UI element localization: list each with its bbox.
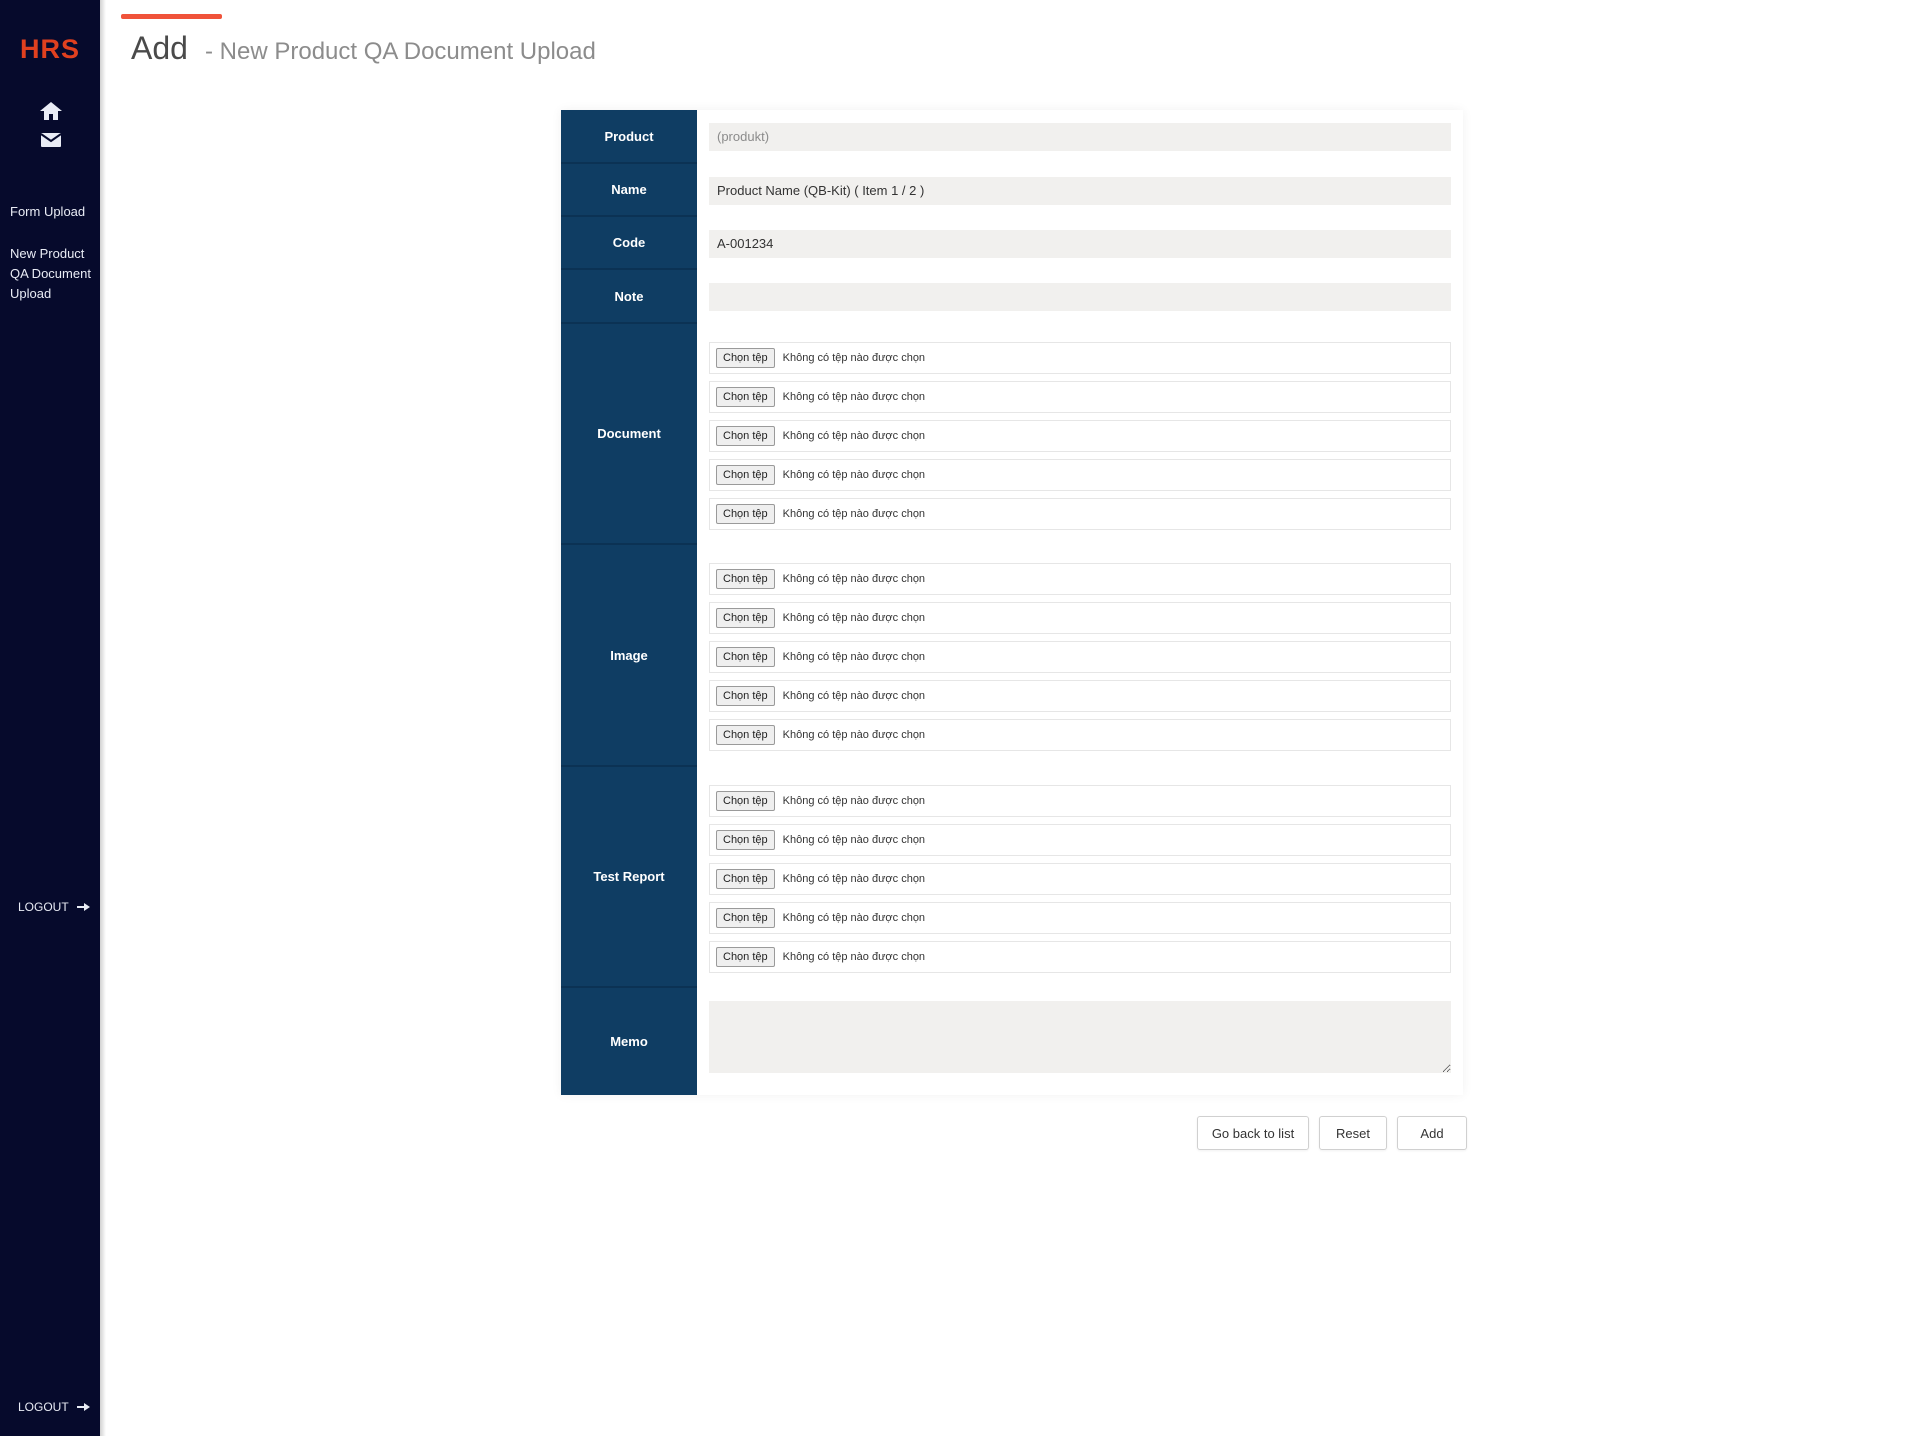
field-label: Document [561,324,697,545]
file-input[interactable]: Chọn tệp Không có tệp nào được chọn [709,459,1451,491]
file-status: Không có tệp nào được chọn [782,573,926,585]
file-input[interactable]: Chọn tệp Không có tệp nào được chọn [709,719,1451,751]
choose-file-button[interactable]: Chọn tệp [716,647,775,667]
page-subtitle: - New Product QA Document Upload [205,38,596,65]
file-status: Không có tệp nào được chọn [782,508,926,520]
file-status: Không có tệp nào được chọn [782,795,926,807]
sidebar: HRS Form Upload New Product QA Document … [0,0,100,1436]
file-input[interactable]: Chọn tệp Không có tệp nào được chọn [709,902,1451,934]
logout-icon [76,1403,90,1411]
memo-textarea[interactable] [709,1001,1451,1073]
file-input[interactable]: Chọn tệp Không có tệp nào được chọn [709,563,1451,595]
choose-file-button[interactable]: Chọn tệp [716,686,775,706]
field-label: Image [561,545,697,767]
home-icon[interactable] [38,100,64,122]
logout-label: LOGOUT [18,900,69,914]
title-accent-bar [121,14,222,19]
file-input[interactable]: Chọn tệp Không có tệp nào được chọn [709,941,1451,973]
file-input[interactable]: Chọn tệp Không có tệp nào được chọn [709,602,1451,634]
file-status: Không có tệp nào được chọn [782,912,926,924]
file-status: Không có tệp nào được chọn [782,951,926,963]
choose-file-button[interactable]: Chọn tệp [716,465,775,485]
form-row-test-report: Test Report Chọn tệp Không có tệp nào đượ… [561,767,1463,988]
choose-file-button[interactable]: Chọn tệp [716,791,775,811]
logout-button[interactable]: LOGOUT [18,900,98,914]
file-status: Không có tệp nào được chọn [782,612,926,624]
file-status: Không có tệp nào được chọn [782,729,926,741]
form-row-note: Note [561,270,1463,324]
logout-bottom-label: LOGOUT [18,1400,69,1414]
choose-file-button[interactable]: Chọn tệp [716,869,775,889]
product-field[interactable]: (produkt) [709,123,1451,151]
choose-file-button[interactable]: Chọn tệp [716,569,775,589]
file-input[interactable]: Chọn tệp Không có tệp nào được chọn [709,785,1451,817]
choose-file-button[interactable]: Chọn tệp [716,908,775,928]
field-label: Product [561,110,697,164]
upload-form: Product (produkt) Name Product Name (QB-… [561,110,1463,1095]
field-label: Memo [561,988,697,1095]
choose-file-button[interactable]: Chọn tệp [716,725,775,745]
file-input[interactable]: Chọn tệp Không có tệp nào được chọn [709,342,1451,374]
choose-file-button[interactable]: Chọn tệp [716,426,775,446]
file-input[interactable]: Chọn tệp Không có tệp nào được chọn [709,824,1451,856]
sidebar-item-new-product-qa-upload[interactable]: New Product QA Document Upload [10,244,92,304]
app-logo[interactable]: HRS [12,34,88,65]
file-input[interactable]: Chọn tệp Không có tệp nào được chọn [709,420,1451,452]
reset-button[interactable]: Reset [1319,1116,1387,1150]
file-input[interactable]: Chọn tệp Không có tệp nào được chọn [709,863,1451,895]
field-label: Code [561,217,697,270]
mail-icon[interactable] [38,128,64,150]
note-field[interactable] [709,283,1451,311]
file-status: Không có tệp nào được chọn [782,391,926,403]
field-label: Note [561,270,697,324]
form-row-image: Image Chọn tệp Không có tệp nào được chọn… [561,545,1463,767]
code-field[interactable]: A-001234 [709,230,1451,258]
file-input[interactable]: Chọn tệp Không có tệp nào được chọn [709,498,1451,530]
field-label: Test Report [561,767,697,988]
form-row-document: Document Chọn tệp Không có tệp nào được c… [561,324,1463,545]
file-status: Không có tệp nào được chọn [782,651,926,663]
choose-file-button[interactable]: Chọn tệp [716,348,775,368]
file-status: Không có tệp nào được chọn [782,690,926,702]
form-row-memo: Memo [561,988,1463,1095]
form-row-product: Product (produkt) [561,110,1463,164]
choose-file-button[interactable]: Chọn tệp [716,830,775,850]
form-row-code: Code A-001234 [561,217,1463,270]
back-to-list-button[interactable]: Go back to list [1197,1116,1309,1150]
page-title: Add [131,30,188,66]
file-status: Không có tệp nào được chọn [782,873,926,885]
file-input[interactable]: Chọn tệp Không có tệp nào được chọn [709,641,1451,673]
file-status: Không có tệp nào được chọn [782,469,926,481]
add-button[interactable]: Add [1397,1116,1467,1150]
file-input[interactable]: Chọn tệp Không có tệp nào được chọn [709,680,1451,712]
form-row-name: Name Product Name (QB-Kit) ( Item 1 / 2 … [561,164,1463,217]
choose-file-button[interactable]: Chọn tệp [716,947,775,967]
choose-file-button[interactable]: Chọn tệp [716,387,775,407]
name-field[interactable]: Product Name (QB-Kit) ( Item 1 / 2 ) [709,177,1451,205]
logout-button-bottom[interactable]: LOGOUT [18,1400,98,1414]
file-status: Không có tệp nào được chọn [782,352,926,364]
field-label: Name [561,164,697,217]
file-status: Không có tệp nào được chọn [782,834,926,846]
choose-file-button[interactable]: Chọn tệp [716,504,775,524]
choose-file-button[interactable]: Chọn tệp [716,608,775,628]
sidebar-item-form-upload[interactable]: Form Upload [10,202,92,222]
file-status: Không có tệp nào được chọn [782,430,926,442]
logout-icon [76,903,90,911]
sidebar-divider [100,0,106,1436]
file-input[interactable]: Chọn tệp Không có tệp nào được chọn [709,381,1451,413]
